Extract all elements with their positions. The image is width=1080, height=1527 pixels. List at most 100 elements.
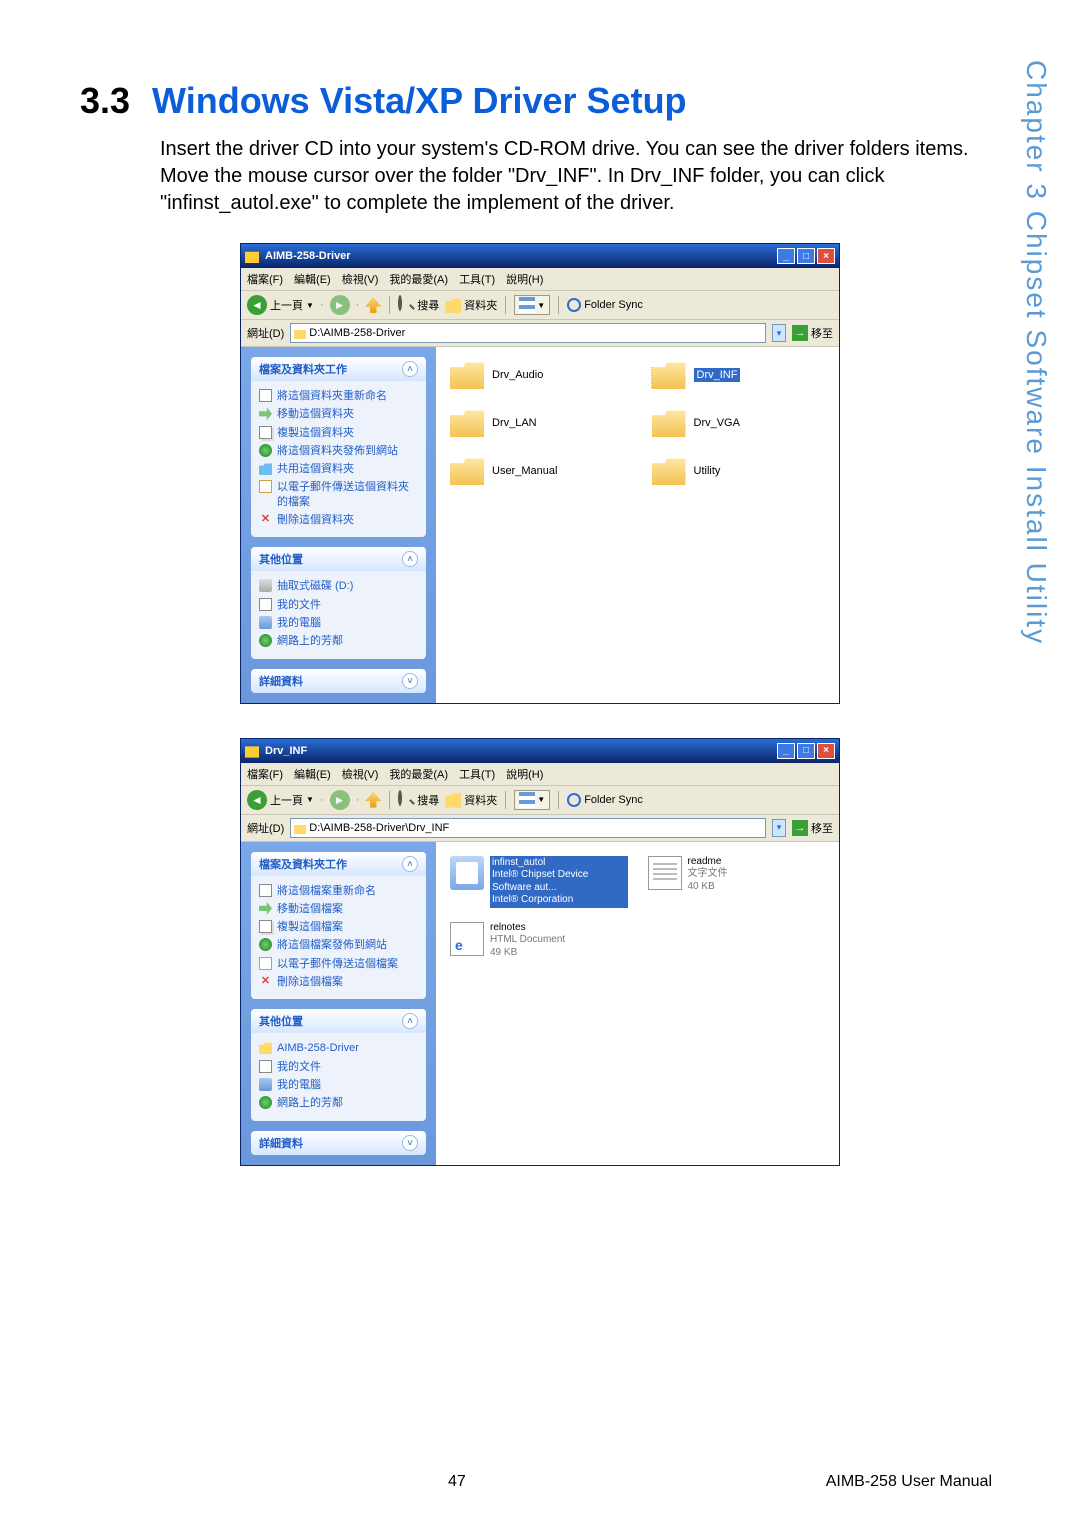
file-tasks-panel: 檔案及資料夾工作˄ 將這個資料夾重新命名 移動這個資料夾 複製這個資料夾 將這個… xyxy=(251,357,426,537)
expand-icon[interactable]: ˅ xyxy=(402,1135,418,1151)
menu-favorites[interactable]: 我的最愛(A) xyxy=(389,271,448,287)
close-button[interactable]: × xyxy=(817,743,835,759)
maximize-button[interactable]: □ xyxy=(797,743,815,759)
folder-icon xyxy=(450,361,484,389)
folders-button[interactable]: 資料夾 xyxy=(445,297,497,313)
views-button[interactable]: ▼ xyxy=(514,790,550,810)
menu-tools[interactable]: 工具(T) xyxy=(459,766,495,782)
folder-item[interactable]: Drv_LAN xyxy=(450,409,624,437)
go-button[interactable]: →移至 xyxy=(792,325,833,341)
place-network[interactable]: 網路上的芳鄰 xyxy=(259,1094,418,1112)
menu-help[interactable]: 說明(H) xyxy=(506,766,543,782)
task-rename[interactable]: 將這個資料夾重新命名 xyxy=(259,387,418,405)
address-input[interactable] xyxy=(290,818,766,838)
panel-header-other[interactable]: 其他位置˄ xyxy=(251,547,426,571)
menu-edit[interactable]: 編輯(E) xyxy=(294,271,331,287)
file-item[interactable]: relnotesHTML Document49 KB xyxy=(450,922,628,960)
folder-item[interactable]: Utility xyxy=(652,457,826,485)
go-button[interactable]: →移至 xyxy=(792,820,833,836)
folder-item[interactable]: User_Manual xyxy=(450,457,624,485)
collapse-icon[interactable]: ˄ xyxy=(402,1013,418,1029)
panel-header-details[interactable]: 詳細資料˅ xyxy=(251,669,426,693)
foldersync-button[interactable]: Folder Sync xyxy=(567,793,643,807)
file-tasks-panel: 檔案及資料夾工作˄ 將這個檔案重新命名 移動這個檔案 複製這個檔案 將這個檔案發… xyxy=(251,852,426,1000)
task-delete[interactable]: ✕刪除這個檔案 xyxy=(259,973,418,991)
folder-item[interactable]: Drv_INF xyxy=(652,361,826,389)
folder-content-pane[interactable]: Drv_Audio Drv_INF Drv_LAN Drv_VGA User_Manua… xyxy=(436,347,839,703)
menu-tools[interactable]: 工具(T) xyxy=(459,271,495,287)
menu-view[interactable]: 檢視(V) xyxy=(342,766,379,782)
titlebar[interactable]: Drv_INF _ □ × xyxy=(241,739,839,763)
folder-label: Drv_VGA xyxy=(694,417,740,429)
place-documents[interactable]: 我的文件 xyxy=(259,1058,418,1076)
collapse-icon[interactable]: ˄ xyxy=(402,551,418,567)
sync-icon xyxy=(567,793,581,807)
folders-button[interactable]: 資料夾 xyxy=(445,792,497,808)
place-drive[interactable]: 抽取式磁碟 (D:) xyxy=(259,577,418,595)
menu-favorites[interactable]: 我的最愛(A) xyxy=(389,766,448,782)
task-move[interactable]: 移動這個檔案 xyxy=(259,900,418,918)
back-button[interactable]: ◄上一頁 ▼ xyxy=(247,790,314,810)
task-publish[interactable]: 將這個資料夾發佈到網站 xyxy=(259,442,418,460)
menu-file[interactable]: 檔案(F) xyxy=(247,271,283,287)
task-publish[interactable]: 將這個檔案發佈到網站 xyxy=(259,936,418,954)
task-email[interactable]: 以電子郵件傳送這個檔案 xyxy=(259,955,418,973)
folder-item[interactable]: Drv_VGA xyxy=(652,409,826,437)
file-icon xyxy=(450,922,484,956)
minimize-button[interactable]: _ xyxy=(777,743,795,759)
task-share[interactable]: 共用這個資料夾 xyxy=(259,460,418,478)
place-computer[interactable]: 我的電腦 xyxy=(259,614,418,632)
place-network[interactable]: 網路上的芳鄰 xyxy=(259,632,418,650)
folder-icon xyxy=(652,361,686,389)
panel-header-tasks[interactable]: 檔案及資料夾工作˄ xyxy=(251,357,426,381)
address-input[interactable] xyxy=(290,323,766,343)
close-button[interactable]: × xyxy=(817,248,835,264)
address-dropdown[interactable]: ▾ xyxy=(772,819,786,837)
up-button[interactable] xyxy=(365,792,381,808)
section-heading: 3.3 Windows Vista/XP Driver Setup xyxy=(80,80,1000,122)
menubar: 檔案(F) 編輯(E) 檢視(V) 我的最愛(A) 工具(T) 說明(H) xyxy=(241,268,839,291)
search-button[interactable]: 搜尋 xyxy=(398,792,439,808)
menu-file[interactable]: 檔案(F) xyxy=(247,766,283,782)
foldersync-button[interactable]: Folder Sync xyxy=(567,298,643,312)
panel-header-other[interactable]: 其他位置˄ xyxy=(251,1009,426,1033)
folder-content-pane[interactable]: infinst_autolIntel® Chipset Device Softw… xyxy=(436,842,839,1165)
titlebar[interactable]: AIMB-258-Driver _ □ × xyxy=(241,244,839,268)
up-button[interactable] xyxy=(365,297,381,313)
search-button[interactable]: 搜尋 xyxy=(398,297,439,313)
back-button[interactable]: ◄上一頁 ▼ xyxy=(247,295,314,315)
address-dropdown[interactable]: ▾ xyxy=(772,324,786,342)
maximize-button[interactable]: □ xyxy=(797,248,815,264)
tasks-sidepane: 檔案及資料夾工作˄ 將這個檔案重新命名 移動這個檔案 複製這個檔案 將這個檔案發… xyxy=(241,842,436,1165)
forward-button[interactable]: ► xyxy=(330,295,350,315)
file-item[interactable]: infinst_autolIntel® Chipset Device Softw… xyxy=(450,856,628,908)
task-delete[interactable]: ✕刪除這個資料夾 xyxy=(259,511,418,529)
expand-icon[interactable]: ˅ xyxy=(402,673,418,689)
file-info: readme文字文件40 KB xyxy=(688,856,728,894)
details-panel: 詳細資料˅ xyxy=(251,669,426,693)
folder-icon xyxy=(245,249,259,263)
forward-button[interactable]: ► xyxy=(330,790,350,810)
task-rename[interactable]: 將這個檔案重新命名 xyxy=(259,882,418,900)
collapse-icon[interactable]: ˄ xyxy=(402,856,418,872)
task-move[interactable]: 移動這個資料夾 xyxy=(259,405,418,423)
place-documents[interactable]: 我的文件 xyxy=(259,596,418,614)
views-button[interactable]: ▼ xyxy=(514,295,550,315)
place-computer[interactable]: 我的電腦 xyxy=(259,1076,418,1094)
folder-label: Drv_Audio xyxy=(492,369,543,381)
menu-view[interactable]: 檢視(V) xyxy=(342,271,379,287)
menu-help[interactable]: 說明(H) xyxy=(506,271,543,287)
task-copy[interactable]: 複製這個檔案 xyxy=(259,918,418,936)
place-parent[interactable]: AIMB-258-Driver xyxy=(259,1039,418,1057)
folder-item[interactable]: Drv_Audio xyxy=(450,361,624,389)
folder-label: Drv_LAN xyxy=(492,417,537,429)
file-item[interactable]: readme文字文件40 KB xyxy=(648,856,826,908)
explorer-window-drvinf: Drv_INF _ □ × 檔案(F) 編輯(E) 檢視(V) 我的最愛(A) … xyxy=(240,738,840,1166)
minimize-button[interactable]: _ xyxy=(777,248,795,264)
collapse-icon[interactable]: ˄ xyxy=(402,361,418,377)
panel-header-details[interactable]: 詳細資料˅ xyxy=(251,1131,426,1155)
menu-edit[interactable]: 編輯(E) xyxy=(294,766,331,782)
task-copy[interactable]: 複製這個資料夾 xyxy=(259,424,418,442)
panel-header-tasks[interactable]: 檔案及資料夾工作˄ xyxy=(251,852,426,876)
task-email[interactable]: 以電子郵件傳送這個資料夾的檔案 xyxy=(259,478,418,511)
